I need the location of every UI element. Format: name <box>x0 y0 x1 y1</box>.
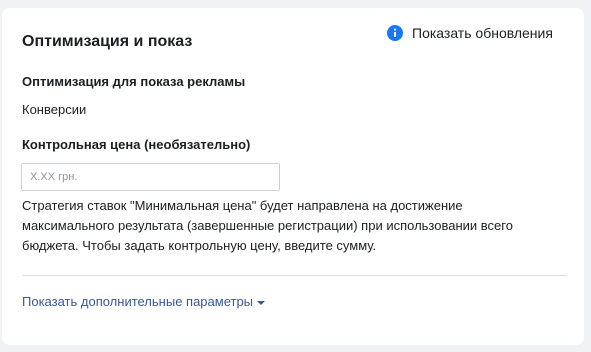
bid-control-label: Контрольная цена (необязательно) <box>22 137 251 152</box>
bid-strategy-help-text: Стратегия ставок "Минимальная цена" буде… <box>22 198 513 253</box>
optimization-goal-label: Оптимизация для показа рекламы <box>22 74 246 89</box>
show-updates-link[interactable]: Показать обновления <box>387 25 553 41</box>
show-more-options-label[interactable]: Показать дополнительные параметры <box>22 294 253 310</box>
caret-down-icon[interactable] <box>257 300 266 305</box>
optimization-delivery-card: Оптимизация и показ Показать обновления … <box>2 8 584 345</box>
show-more-options-link[interactable]: Показать дополнительные параметры <box>22 294 266 310</box>
card-title: Оптимизация и показ <box>22 33 193 50</box>
bid-control-input[interactable] <box>21 163 280 191</box>
info-icon <box>387 25 403 41</box>
section-divider <box>22 275 567 276</box>
optimization-goal-value: Конверсии <box>22 102 87 117</box>
show-updates-label[interactable]: Показать обновления <box>412 25 553 41</box>
